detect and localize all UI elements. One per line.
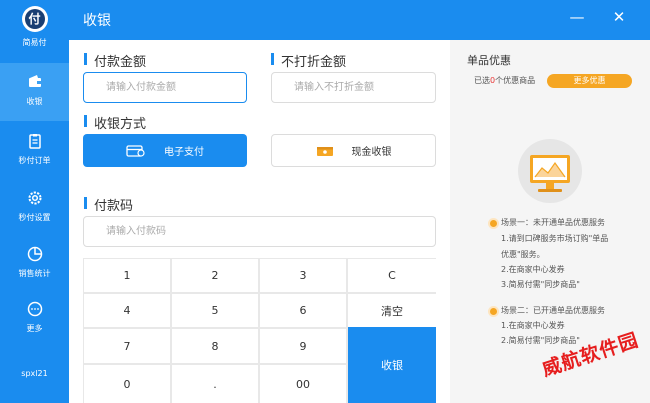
scene1-line: 2.在商家中心发券	[501, 265, 565, 274]
key-6[interactable]: 6	[260, 294, 346, 327]
page-title: 收银	[83, 13, 111, 29]
close-icon[interactable]: ✕	[609, 7, 629, 27]
monitor-illustration-icon	[518, 139, 582, 203]
key-00[interactable]: 00	[260, 365, 346, 403]
key-4[interactable]: 4	[84, 294, 170, 327]
gear-icon	[28, 191, 41, 205]
sidebar-item-label: 更多	[26, 324, 43, 333]
scene1-line: 优惠"服务。	[501, 250, 545, 259]
key-clear[interactable]: 清空	[348, 294, 436, 327]
scene1-line: 3.简易付需"同步商品"	[501, 280, 580, 289]
clipboard-icon	[28, 134, 41, 149]
cash-pay-label: 现金收银	[351, 147, 392, 158]
cash-icon	[316, 146, 333, 156]
promo-title: 单品优惠	[467, 54, 511, 67]
app-logo: 付 简易付	[0, 6, 69, 62]
sidebar-item-label: 秒付订单	[18, 156, 51, 165]
pie-chart-icon	[27, 246, 42, 262]
cash-pay-button[interactable]: 现金收银	[271, 134, 436, 167]
code-label: 付款码	[84, 195, 133, 214]
sidebar: 付 简易付 收银 秒付订单 秒付设置 销售统计 更多 spxl21	[0, 0, 69, 403]
sidebar-item-label: 收银	[26, 97, 43, 106]
wallet-icon	[28, 75, 41, 87]
key-c[interactable]: C	[348, 259, 436, 292]
more-offers-button[interactable]: 更多优惠	[547, 74, 632, 88]
header: 收银 — ✕	[69, 0, 650, 40]
sidebar-item-stats[interactable]: 销售统计	[0, 235, 69, 293]
sidebar-item-label: 销售统计	[18, 269, 51, 278]
sidebar-item-cashier[interactable]: 收银	[0, 63, 69, 121]
bullet-icon	[490, 220, 497, 227]
logo-icon: 付	[21, 6, 48, 32]
card-icon	[126, 144, 145, 157]
key-0[interactable]: 0	[84, 365, 170, 403]
key-5[interactable]: 5	[172, 294, 258, 327]
key-1[interactable]: 1	[84, 259, 170, 292]
sidebar-item-label: 秒付设置	[18, 213, 51, 222]
amount-label: 付款金额	[84, 51, 146, 70]
key-3[interactable]: 3	[260, 259, 346, 292]
scene1-title: 场景一：未开通单品优惠服务	[501, 218, 605, 227]
electronic-pay-button[interactable]: 电子支付	[83, 134, 247, 167]
sidebar-item-orders[interactable]: 秒付订单	[0, 122, 69, 180]
key-7[interactable]: 7	[84, 329, 170, 363]
key-dot[interactable]: .	[172, 365, 258, 403]
keypad: 1 2 3 C 4 5 6 清空 7 8 9 0 . 00 收银	[83, 258, 436, 403]
payment-code-input[interactable]: 请输入付款码	[83, 216, 436, 247]
username: spxl21	[21, 369, 48, 378]
key-9[interactable]: 9	[260, 329, 346, 363]
nodiscount-input[interactable]: 请输入不打折金额	[271, 72, 436, 103]
scene2-title: 场景二：已开通单品优惠服务	[501, 306, 605, 315]
key-2[interactable]: 2	[172, 259, 258, 292]
method-label: 收银方式	[84, 113, 146, 132]
key-8[interactable]: 8	[172, 329, 258, 363]
more-icon	[27, 301, 42, 317]
electronic-pay-label: 电子支付	[164, 147, 204, 158]
selected-count: 已选0个优惠商品	[474, 76, 536, 85]
submit-checkout-button[interactable]: 收银	[348, 327, 436, 403]
minimize-icon[interactable]: —	[567, 7, 587, 27]
amount-input[interactable]: 请输入付款金额	[83, 72, 247, 103]
sidebar-item-more[interactable]: 更多	[0, 290, 69, 348]
app-name: 简易付	[22, 38, 47, 47]
sidebar-item-settings[interactable]: 秒付设置	[0, 179, 69, 237]
nodiscount-label: 不打折金额	[271, 51, 346, 70]
scene1-line: 1.请到口碑服务市场订购"单品	[501, 234, 609, 243]
bullet-icon	[490, 308, 497, 315]
